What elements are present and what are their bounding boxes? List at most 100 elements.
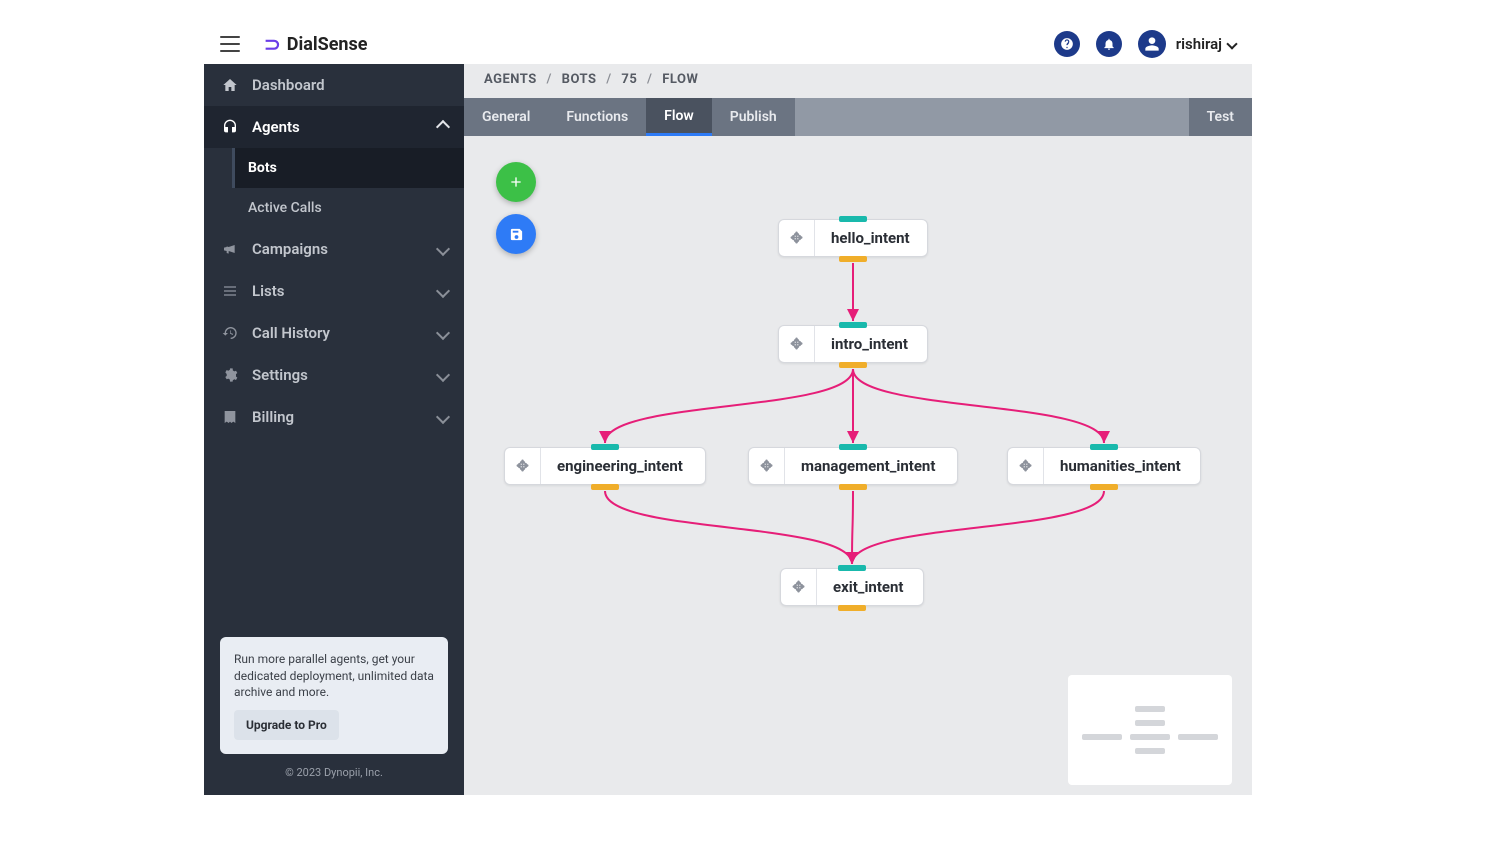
node-label: intro_intent [815, 326, 924, 362]
tab-functions[interactable]: Functions [548, 98, 646, 136]
plus-icon [508, 174, 524, 190]
flow-node-exit[interactable]: ✥exit_intent [780, 568, 924, 606]
chevron-down-icon [436, 284, 450, 298]
edge-humanities-exit [852, 491, 1104, 564]
tab-publish[interactable]: Publish [712, 98, 795, 136]
chevron-down-icon [436, 242, 450, 256]
add-node-button[interactable] [496, 162, 536, 202]
move-icon[interactable]: ✥ [781, 569, 817, 605]
sidebar-item-label: Call History [252, 324, 438, 342]
chevron-down-icon [1226, 38, 1237, 49]
sidebar-item-lists[interactable]: Lists [204, 270, 464, 312]
tab-test[interactable]: Test [1189, 98, 1252, 136]
node-output-handle[interactable] [838, 605, 866, 611]
flow-canvas[interactable]: ✥hello_intent✥intro_intent✥engineering_i… [464, 136, 1252, 795]
billing-icon [220, 409, 240, 425]
node-output-handle[interactable] [591, 484, 619, 490]
main: AGENTS / BOTS / 75 / FLOW General Functi… [464, 64, 1252, 795]
user-menu[interactable]: rishiraj [1138, 30, 1236, 58]
history-icon [220, 325, 240, 341]
crumb: FLOW [662, 72, 698, 87]
sidebar-item-dashboard[interactable]: Dashboard [204, 64, 464, 106]
move-icon[interactable]: ✥ [749, 448, 785, 484]
megaphone-icon [220, 241, 240, 257]
breadcrumb-separator: / [647, 72, 652, 87]
chevron-down-icon [436, 410, 450, 424]
sidebar-item-billing[interactable]: Billing [204, 396, 464, 438]
chevron-up-icon [436, 120, 450, 134]
minimap[interactable] [1068, 675, 1232, 785]
promo-text: Run more parallel agents, get your dedic… [234, 651, 434, 700]
headset-icon [220, 119, 240, 135]
node-output-handle[interactable] [1090, 484, 1118, 490]
list-icon [220, 283, 240, 299]
edge-intro-humanities [853, 369, 1104, 443]
flow-node-hello[interactable]: ✥hello_intent [778, 219, 928, 257]
node-label: engineering_intent [541, 448, 699, 484]
sidebar-item-label: Billing [252, 408, 438, 426]
tabs: General Functions Flow Publish Test [464, 98, 1252, 136]
node-input-handle[interactable] [1090, 444, 1118, 450]
brand[interactable]: ⊃ DialSense [264, 32, 367, 56]
save-icon [509, 227, 524, 242]
sidebar-item-active-calls[interactable]: Active Calls [232, 188, 464, 228]
crumb[interactable]: AGENTS [484, 72, 537, 87]
crumb[interactable]: BOTS [562, 72, 597, 87]
node-output-handle[interactable] [839, 484, 867, 490]
upgrade-promo: Run more parallel agents, get your dedic… [220, 637, 448, 754]
breadcrumb-separator: / [606, 72, 611, 87]
move-icon[interactable]: ✥ [779, 220, 815, 256]
nav: Dashboard Agents Bots [204, 64, 464, 438]
chevron-down-icon [436, 368, 450, 382]
move-icon[interactable]: ✥ [505, 448, 541, 484]
upgrade-button[interactable]: Upgrade to Pro [234, 710, 339, 740]
brand-name: DialSense [287, 34, 368, 55]
node-label: exit_intent [817, 569, 920, 605]
header: ⊃ DialSense rishiraj [204, 24, 1252, 64]
user-name: rishiraj [1176, 35, 1222, 53]
crumb[interactable]: 75 [621, 72, 637, 87]
flow-node-intro[interactable]: ✥intro_intent [778, 325, 928, 363]
edge-engineering-exit [605, 491, 852, 564]
help-icon [1060, 37, 1074, 51]
sidebar-item-agents[interactable]: Agents [204, 106, 464, 148]
edge-management-exit [852, 491, 853, 564]
sidebar-item-settings[interactable]: Settings [204, 354, 464, 396]
sidebar-item-label: Dashboard [252, 76, 448, 94]
node-label: management_intent [785, 448, 951, 484]
sidebar-item-label: Lists [252, 282, 438, 300]
flow-node-engineering[interactable]: ✥engineering_intent [504, 447, 706, 485]
node-input-handle[interactable] [839, 216, 867, 222]
menu-icon[interactable] [220, 36, 240, 52]
move-icon[interactable]: ✥ [779, 326, 815, 362]
node-input-handle[interactable] [591, 444, 619, 450]
tab-general[interactable]: General [464, 98, 548, 136]
node-input-handle[interactable] [838, 565, 866, 571]
flow-node-management[interactable]: ✥management_intent [748, 447, 958, 485]
node-label: humanities_intent [1044, 448, 1197, 484]
sidebar-item-call-history[interactable]: Call History [204, 312, 464, 354]
sidebar-item-campaigns[interactable]: Campaigns [204, 228, 464, 270]
sidebar-item-label: Bots [248, 160, 448, 176]
chevron-down-icon [436, 326, 450, 340]
node-input-handle[interactable] [839, 444, 867, 450]
flow-node-humanities[interactable]: ✥humanities_intent [1007, 447, 1201, 485]
sidebar-item-label: Agents [252, 118, 438, 136]
sidebar: Dashboard Agents Bots [204, 64, 464, 795]
breadcrumb: AGENTS / BOTS / 75 / FLOW [464, 64, 1252, 98]
notifications-button[interactable] [1096, 31, 1122, 57]
sidebar-item-label: Active Calls [248, 200, 448, 216]
sidebar-item-bots[interactable]: Bots [232, 148, 464, 188]
node-output-handle[interactable] [839, 256, 867, 262]
node-input-handle[interactable] [839, 322, 867, 328]
bell-icon [1102, 37, 1116, 51]
save-button[interactable] [496, 214, 536, 254]
sidebar-item-label: Campaigns [252, 240, 438, 258]
help-button[interactable] [1054, 31, 1080, 57]
tab-flow[interactable]: Flow [646, 98, 712, 136]
copyright: © 2023 Dynopii, Inc. [220, 766, 448, 779]
move-icon[interactable]: ✥ [1008, 448, 1044, 484]
node-output-handle[interactable] [839, 362, 867, 368]
sidebar-item-label: Settings [252, 366, 438, 384]
avatar-icon [1138, 30, 1166, 58]
